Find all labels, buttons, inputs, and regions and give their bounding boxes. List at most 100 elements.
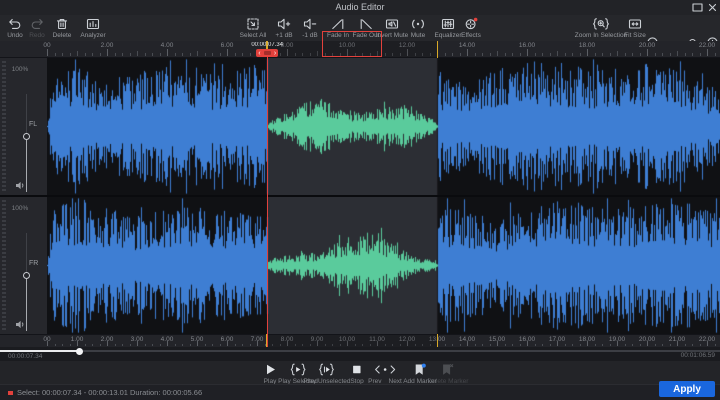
ruler-tick (160, 344, 161, 347)
channel-speaker-icon[interactable] (15, 180, 26, 191)
ruler-tick (55, 53, 56, 56)
ruler-label: 20.00 (639, 42, 655, 49)
ruler-tick (212, 53, 213, 56)
ruler-tick (475, 53, 476, 56)
analyzer-button[interactable]: Analyzer (65, 17, 121, 39)
ruler-tick (587, 49, 588, 56)
ruler-label: 15.00 (489, 336, 505, 343)
ruler-tick (700, 53, 701, 56)
ruler-tick (92, 344, 93, 347)
ruler-tick (647, 49, 648, 56)
ruler-label: 00 (43, 336, 50, 343)
ruler-tick (77, 51, 78, 56)
stop-button[interactable]: Stop (350, 363, 363, 385)
ruler-tick (632, 53, 633, 56)
ruler-tick (482, 53, 483, 56)
ruler-label: 6.00 (221, 336, 234, 343)
analyzer-icon (86, 17, 100, 31)
timeline-ruler-top[interactable]: 002.004.006.008.0010.0012.0014.0016.0018… (0, 41, 720, 58)
seek-bar-knob[interactable] (76, 348, 83, 355)
volume-slider-knob[interactable] (23, 133, 30, 140)
transport-bar: Play Play Selected Play Unselected Stop … (0, 361, 720, 384)
ruler-tick (512, 53, 513, 56)
ruler-tick (475, 344, 476, 347)
ruler-tick (490, 344, 491, 347)
play-unselected-button[interactable]: Play Unselected (304, 363, 351, 385)
ruler-tick (175, 53, 176, 56)
ruler-tick (580, 53, 581, 56)
ruler-label: 16.00 (519, 42, 535, 49)
prev-next-buttons[interactable]: PrevNext (368, 363, 402, 385)
delete-marker-icon (440, 363, 456, 376)
seek-bar-track[interactable] (0, 350, 720, 352)
ruler-label: 21.00 (669, 336, 685, 343)
vertical-scrollbar[interactable] (2, 61, 6, 191)
play-button[interactable]: Play (263, 363, 277, 385)
ruler-tick (550, 344, 551, 347)
volume-slider-fill (26, 279, 27, 331)
title-bar: Audio Editor (0, 0, 720, 15)
main-toolbar: Undo Redo Delete Analyzer Select All +1 … (0, 15, 720, 41)
ruler-label: 7.00 (251, 336, 264, 343)
playhead-line (267, 49, 268, 347)
ruler-label: 17.00 (549, 336, 565, 343)
ruler-label: 3.00 (131, 336, 144, 343)
effects-button[interactable]: Effects (443, 17, 499, 39)
ruler-label: 22.00 (699, 42, 715, 49)
delete-marker-button[interactable]: Delete Marker (428, 363, 469, 385)
ruler-tick (70, 344, 71, 347)
channel-name-label: FL (29, 121, 37, 128)
ruler-tick (625, 53, 626, 56)
vertical-scrollbar[interactable] (2, 200, 6, 330)
add-marker-icon (412, 363, 428, 376)
ruler-tick (655, 53, 656, 56)
volume-slider-fill (26, 140, 27, 192)
ruler-label: 2.00 (101, 336, 114, 343)
ruler-tick (460, 53, 461, 56)
ruler-tick (205, 53, 206, 56)
waveform-canvas-fl[interactable] (47, 58, 720, 195)
playhead-handle[interactable]: ‹› (256, 49, 278, 57)
timeline-ruler-bottom[interactable]: 001.002.003.004.005.006.007.008.009.0010… (0, 334, 720, 347)
ruler-tick (62, 53, 63, 56)
ruler-tick (467, 49, 468, 56)
ruler-tick (662, 53, 663, 56)
ruler-label: 22.00 (699, 336, 715, 343)
ruler-tick (197, 51, 198, 56)
ruler-tick (152, 53, 153, 56)
analyzer-label: Analyzer (80, 32, 105, 39)
ruler-tick (610, 53, 611, 56)
ruler-tick (452, 53, 453, 56)
ruler-tick (62, 344, 63, 347)
ruler-tick (85, 53, 86, 56)
ruler-tick (595, 53, 596, 56)
selection-end-marker-bottom (437, 334, 439, 347)
ruler-label: 20.00 (639, 336, 655, 343)
volume-slider-knob[interactable] (23, 272, 30, 279)
ruler-tick (167, 49, 168, 56)
ruler-tick (130, 344, 131, 347)
maximize-button[interactable] (692, 3, 703, 12)
waveform-canvas-fr[interactable] (47, 197, 720, 334)
play-icon (263, 363, 277, 376)
ruler-tick (175, 344, 176, 347)
ruler-tick (220, 344, 221, 347)
ruler-tick (55, 344, 56, 347)
ruler-tick (715, 53, 716, 56)
handle-grip (264, 51, 271, 55)
ruler-tick (572, 344, 573, 347)
ruler-tick (557, 51, 558, 56)
apply-button[interactable]: Apply (659, 381, 715, 397)
ruler-tick (100, 53, 101, 56)
ruler-tick (715, 344, 716, 347)
ruler-tick (130, 53, 131, 56)
ruler-label: 4.00 (161, 336, 174, 343)
fit-size-icon (628, 17, 642, 31)
channel-speaker-icon[interactable] (15, 319, 26, 330)
play-unselected-icon (318, 363, 336, 376)
fit-size-label: Fit Size (624, 32, 646, 39)
close-button[interactable] (708, 3, 717, 12)
ruler-tick (235, 344, 236, 347)
ruler-tick (520, 53, 521, 56)
playhead-time-label: 00:00:07.34 (251, 42, 283, 48)
